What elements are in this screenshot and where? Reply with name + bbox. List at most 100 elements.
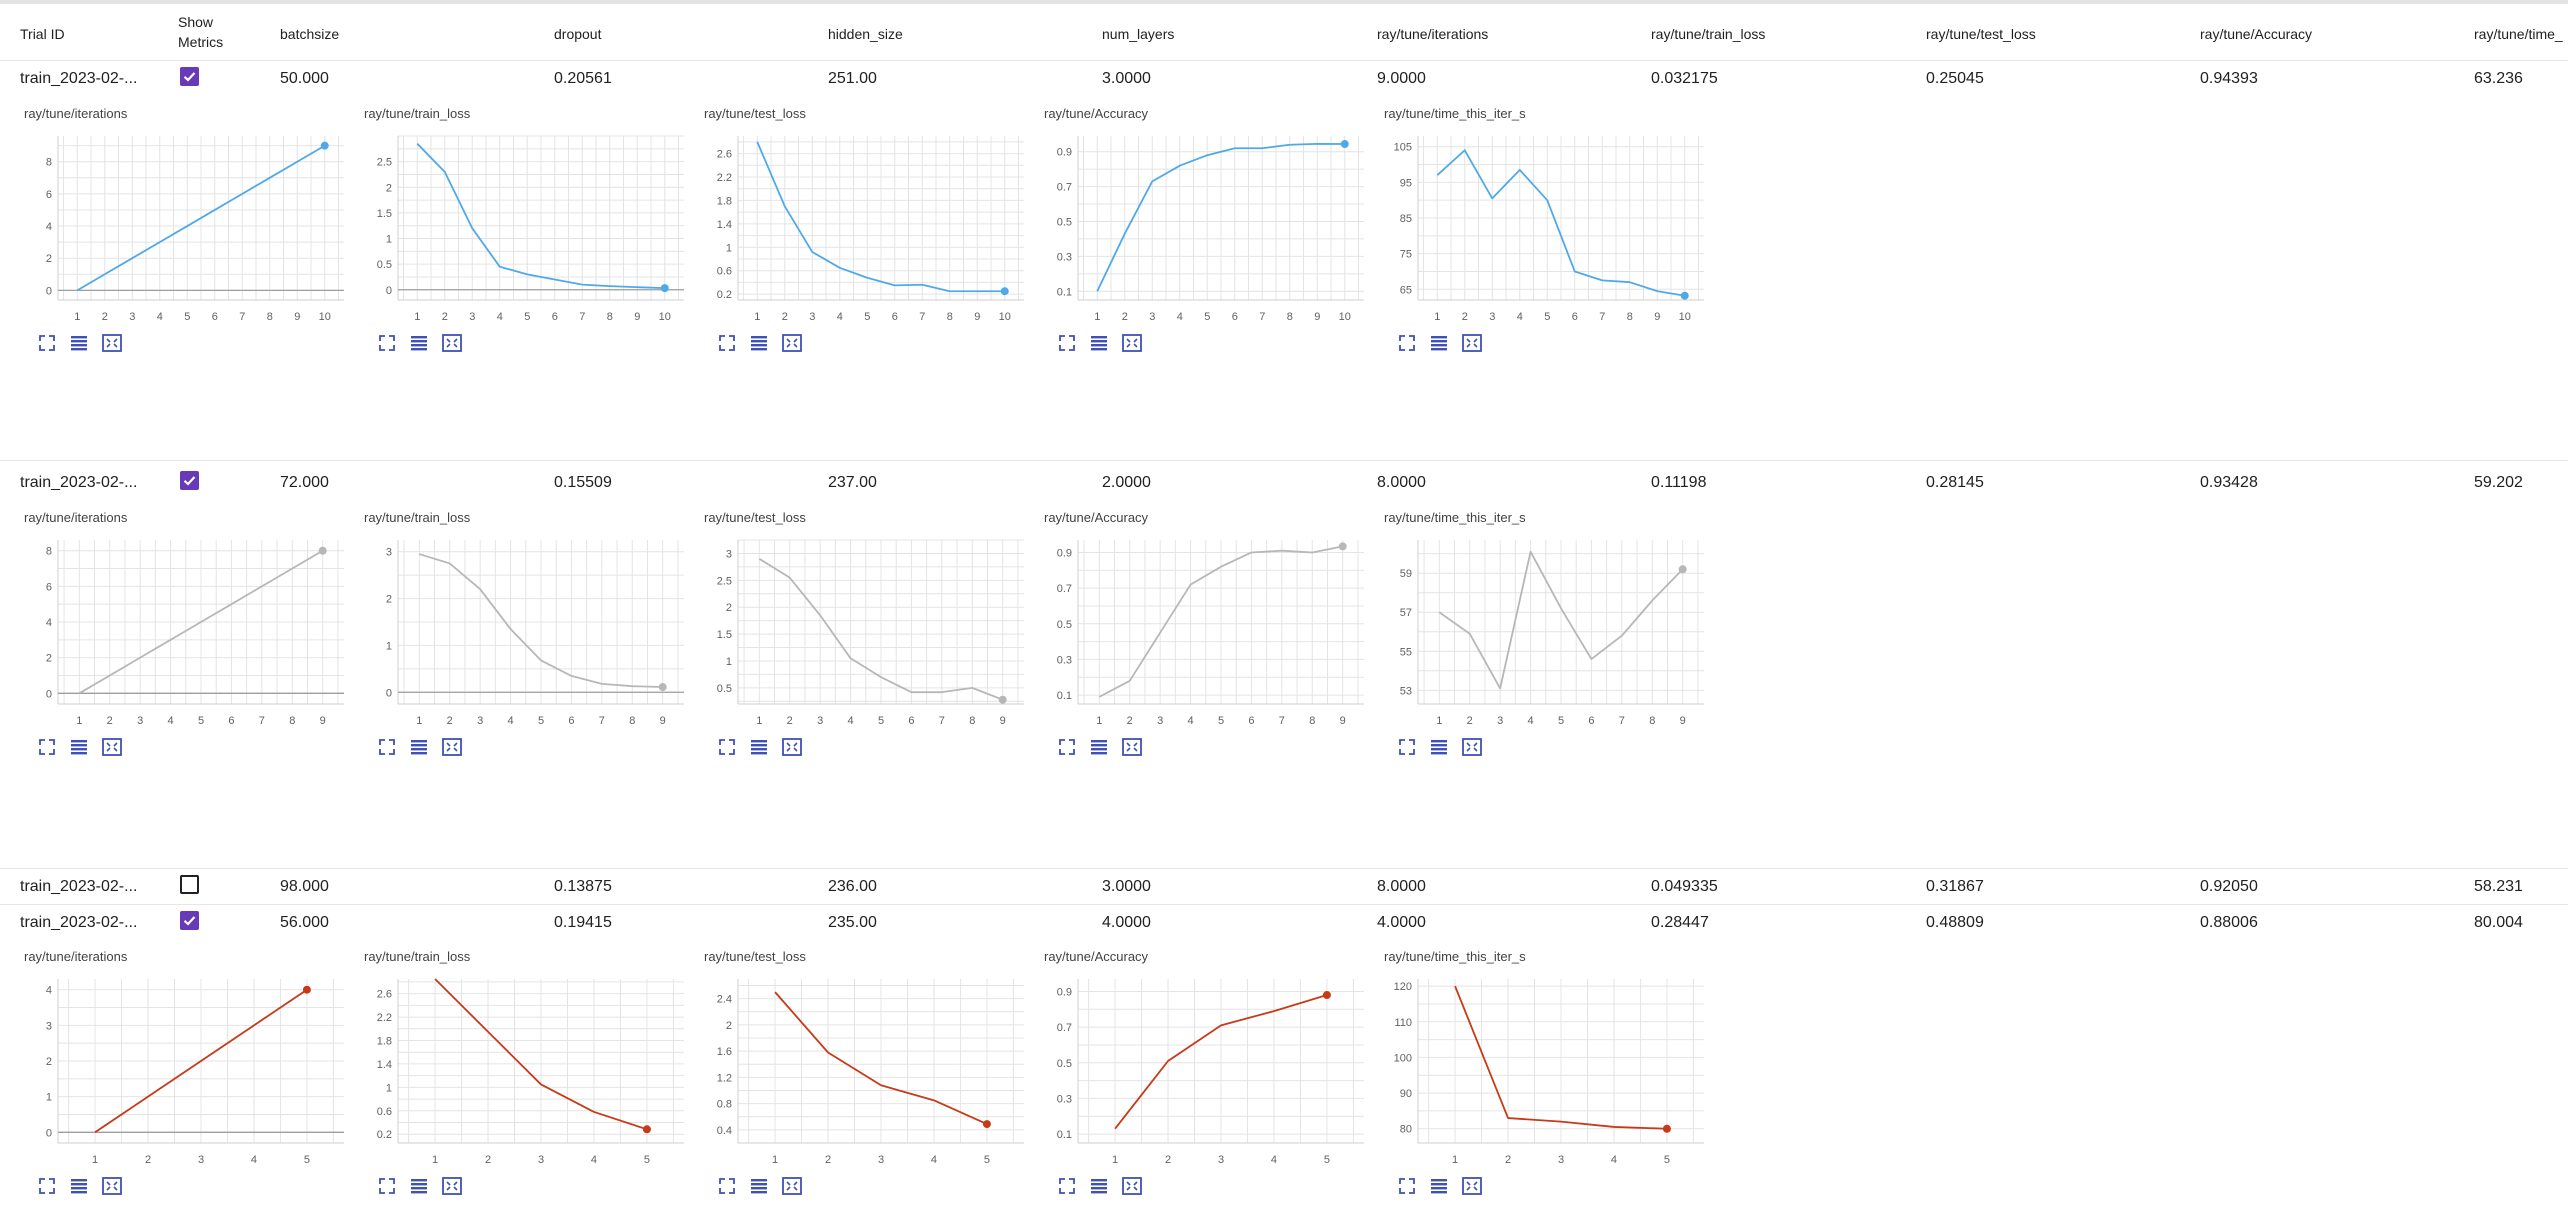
fit-domain-icon[interactable] [1462, 334, 1482, 352]
list-icon[interactable] [70, 334, 88, 352]
line-chart[interactable]: 0 0.5 1 1.5 2 2.5 1 2 3 4 5 6 7 8 9 10 [364, 126, 704, 336]
x-tick-label: 9 [294, 311, 300, 323]
show-metrics-checkbox[interactable] [180, 471, 199, 490]
list-icon[interactable] [750, 334, 768, 352]
line-chart[interactable]: 0.1 0.3 0.5 0.7 0.9 1 2 3 4 5 6 7 8 9 [1044, 530, 1384, 740]
fit-domain-icon[interactable] [1122, 738, 1142, 756]
fullscreen-icon[interactable] [1398, 334, 1416, 352]
metric-chart-card: ray/tune/test_loss 0.5 1 1.5 2 2.5 3 1 2 3 4 5 6 7 8 9 [704, 510, 1044, 790]
last-point-marker [1678, 565, 1687, 574]
column-header-show-metrics[interactable]: Show Metrics [178, 12, 238, 52]
x-tick-label: 3 [1497, 715, 1503, 727]
line-chart[interactable]: 0 1 2 3 1 2 3 4 5 6 7 8 9 [364, 530, 704, 740]
fullscreen-icon[interactable] [1058, 738, 1076, 756]
fullscreen-icon[interactable] [1058, 334, 1076, 352]
line-chart[interactable]: 0.4 0.8 1.2 1.6 2 2.4 1 2 3 4 5 [704, 969, 1044, 1179]
fullscreen-icon[interactable] [38, 334, 56, 352]
x-tick-label: 3 [1149, 311, 1155, 323]
column-header-num-layers[interactable]: num_layers [1102, 26, 1174, 42]
accuracy-cell: 0.93428 [2200, 474, 2258, 491]
last-point-marker [1338, 542, 1347, 551]
show-metrics-checkbox[interactable] [180, 67, 199, 86]
fullscreen-icon[interactable] [378, 738, 396, 756]
last-point-marker [1680, 291, 1689, 300]
line-chart[interactable]: 0 2 4 6 8 1 2 3 4 5 6 7 8 9 [24, 530, 364, 740]
line-chart[interactable]: 80 90 100 110 120 1 2 3 4 5 [1384, 969, 1724, 1179]
column-header-test-loss[interactable]: ray/tune/test_loss [1926, 26, 2036, 42]
list-icon[interactable] [70, 738, 88, 756]
fullscreen-icon[interactable] [378, 334, 396, 352]
fit-domain-icon[interactable] [102, 1177, 122, 1195]
fit-domain-icon[interactable] [1462, 1177, 1482, 1195]
list-icon[interactable] [410, 1177, 428, 1195]
column-header-accuracy[interactable]: ray/tune/Accuracy [2200, 26, 2312, 42]
list-icon[interactable] [1430, 334, 1448, 352]
fit-domain-icon[interactable] [442, 334, 462, 352]
line-chart[interactable]: 0 1 2 3 4 1 2 3 4 5 [24, 969, 364, 1179]
show-metrics-checkbox[interactable] [180, 911, 199, 930]
x-tick-label: 2 [447, 715, 453, 727]
column-header-time[interactable]: ray/tune/time_ [2474, 26, 2563, 42]
time-cell: 63.236 [2474, 70, 2523, 87]
fullscreen-icon[interactable] [718, 334, 736, 352]
column-header-hidden-size[interactable]: hidden_size [828, 26, 903, 42]
list-icon[interactable] [70, 1177, 88, 1195]
list-icon[interactable] [1430, 738, 1448, 756]
line-chart[interactable]: 0.5 1 1.5 2 2.5 3 1 2 3 4 5 6 7 8 9 [704, 530, 1044, 740]
fullscreen-icon[interactable] [718, 1177, 736, 1195]
fullscreen-icon[interactable] [1398, 738, 1416, 756]
line-chart[interactable]: 0.2 0.6 1 1.4 1.8 2.2 2.6 1 2 3 4 5 [364, 969, 704, 1179]
fit-domain-icon[interactable] [442, 1177, 462, 1195]
x-tick-label: 8 [1287, 311, 1293, 323]
column-header-batchsize[interactable]: batchsize [280, 26, 339, 42]
fit-domain-icon[interactable] [102, 334, 122, 352]
fit-domain-icon[interactable] [782, 334, 802, 352]
x-tick-label: 8 [1649, 715, 1655, 727]
line-chart[interactable]: 65 75 85 95 105 1 2 3 4 5 6 7 8 9 10 [1384, 126, 1724, 336]
fit-domain-icon[interactable] [1122, 334, 1142, 352]
train-loss-cell: 0.28447 [1651, 914, 1709, 931]
fit-domain-icon[interactable] [1122, 1177, 1142, 1195]
fullscreen-icon[interactable] [1058, 1177, 1076, 1195]
y-tick-label: 1 [726, 242, 732, 254]
column-header-dropout[interactable]: dropout [554, 26, 601, 42]
y-tick-label: 3 [726, 548, 732, 560]
fullscreen-icon[interactable] [718, 738, 736, 756]
fullscreen-icon[interactable] [38, 738, 56, 756]
y-tick-label: 2 [46, 1056, 52, 1068]
column-header-trial-id[interactable]: Trial ID [20, 26, 65, 42]
column-header-train-loss[interactable]: ray/tune/train_loss [1651, 26, 1765, 42]
fit-domain-icon[interactable] [102, 738, 122, 756]
chart-title: ray/tune/Accuracy [1044, 510, 1149, 525]
last-point-marker [1000, 287, 1009, 296]
list-icon[interactable] [1090, 334, 1108, 352]
y-tick-label: 0.9 [1057, 986, 1072, 998]
line-chart[interactable]: 0.2 0.6 1 1.4 1.8 2.2 2.6 1 2 3 4 5 6 7 8 9 10 [704, 126, 1044, 336]
list-icon[interactable] [410, 334, 428, 352]
list-icon[interactable] [1090, 1177, 1108, 1195]
list-icon[interactable] [750, 1177, 768, 1195]
show-metrics-checkbox[interactable] [180, 875, 199, 894]
line-chart[interactable]: 0.1 0.3 0.5 0.7 0.9 1 2 3 4 5 6 7 8 9 10 [1044, 126, 1384, 336]
x-tick-label: 1 [756, 715, 762, 727]
x-tick-label: 1 [1452, 1154, 1458, 1166]
column-header-iterations[interactable]: ray/tune/iterations [1377, 26, 1488, 42]
fullscreen-icon[interactable] [378, 1177, 396, 1195]
fullscreen-icon[interactable] [1398, 1177, 1416, 1195]
list-icon[interactable] [1430, 1177, 1448, 1195]
fullscreen-icon[interactable] [38, 1177, 56, 1195]
x-tick-label: 7 [259, 715, 265, 727]
fit-domain-icon[interactable] [782, 738, 802, 756]
fit-domain-icon[interactable] [782, 1177, 802, 1195]
line-chart[interactable]: 0.1 0.3 0.5 0.7 0.9 1 2 3 4 5 [1044, 969, 1384, 1179]
y-tick-label: 8 [46, 157, 52, 169]
list-icon[interactable] [750, 738, 768, 756]
list-icon[interactable] [1090, 738, 1108, 756]
checkmark-icon [183, 476, 196, 486]
fit-domain-icon[interactable] [1462, 738, 1482, 756]
chart-title: ray/tune/Accuracy [1044, 949, 1149, 964]
list-icon[interactable] [410, 738, 428, 756]
fit-domain-icon[interactable] [442, 738, 462, 756]
line-chart[interactable]: 53 55 57 59 1 2 3 4 5 6 7 8 9 [1384, 530, 1724, 740]
line-chart[interactable]: 0 2 4 6 8 1 2 3 4 5 6 7 8 9 10 [24, 126, 364, 336]
